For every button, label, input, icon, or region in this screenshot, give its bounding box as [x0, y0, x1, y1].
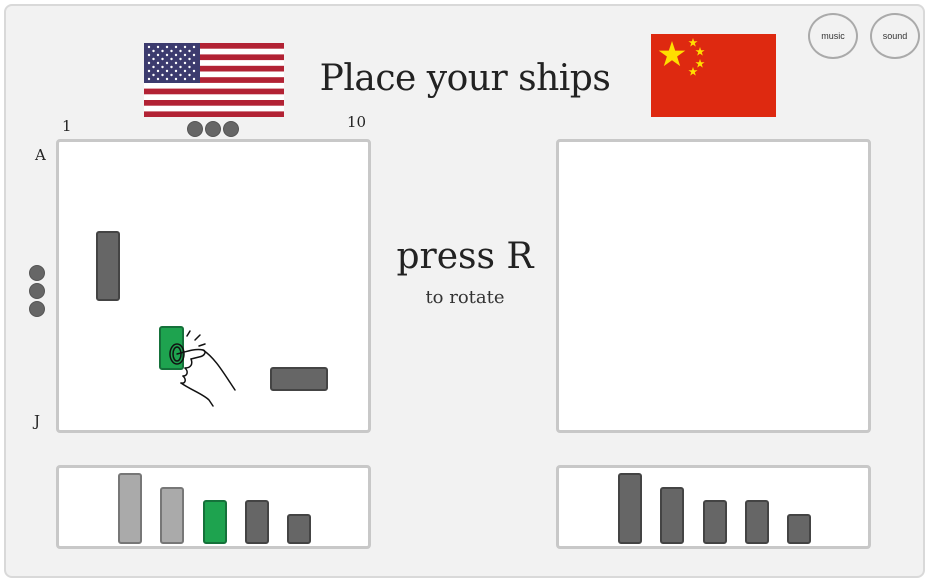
- opponent-tray-ship: [787, 514, 811, 544]
- opponent-tray-ship: [660, 487, 684, 544]
- shot-indicator-dot: [223, 121, 239, 137]
- row-label-first: A: [35, 146, 46, 164]
- column-label-last: 10: [347, 113, 367, 131]
- side-indicator-dot: [29, 283, 45, 299]
- tray-ship-used: [160, 487, 184, 544]
- player-ship-tray: [56, 465, 371, 549]
- page-title: Place your ships: [319, 58, 611, 99]
- side-indicator-dot: [29, 265, 45, 281]
- row-label-last: J: [34, 412, 41, 430]
- drag-hand-icon: [169, 330, 236, 407]
- tray-ship[interactable]: [287, 514, 311, 544]
- shot-indicator-dot: [205, 121, 221, 137]
- placed-ship[interactable]: [270, 367, 328, 391]
- rotate-hint-subtitle: to rotate: [425, 287, 505, 308]
- tray-ship-selected[interactable]: [203, 500, 227, 544]
- tray-ship-used: [118, 473, 142, 544]
- music-button[interactable]: music: [808, 13, 858, 59]
- tray-ship[interactable]: [245, 500, 269, 544]
- rotate-hint-title: press R: [396, 236, 534, 277]
- usa-flag-icon: [144, 43, 284, 117]
- opponent-tray-ship: [703, 500, 727, 544]
- shot-indicator-dot: [187, 121, 203, 137]
- player-board[interactable]: [56, 139, 371, 433]
- side-indicator-dot: [29, 301, 45, 317]
- placed-ship[interactable]: [96, 231, 120, 301]
- opponent-tray-ship: [745, 500, 769, 544]
- column-label-first: 1: [62, 117, 72, 135]
- opponent-tray-ship: [618, 473, 642, 544]
- china-flag-icon: [651, 34, 776, 117]
- opponent-ship-tray: [556, 465, 871, 549]
- sound-button[interactable]: sound: [870, 13, 920, 59]
- opponent-board[interactable]: [556, 139, 871, 433]
